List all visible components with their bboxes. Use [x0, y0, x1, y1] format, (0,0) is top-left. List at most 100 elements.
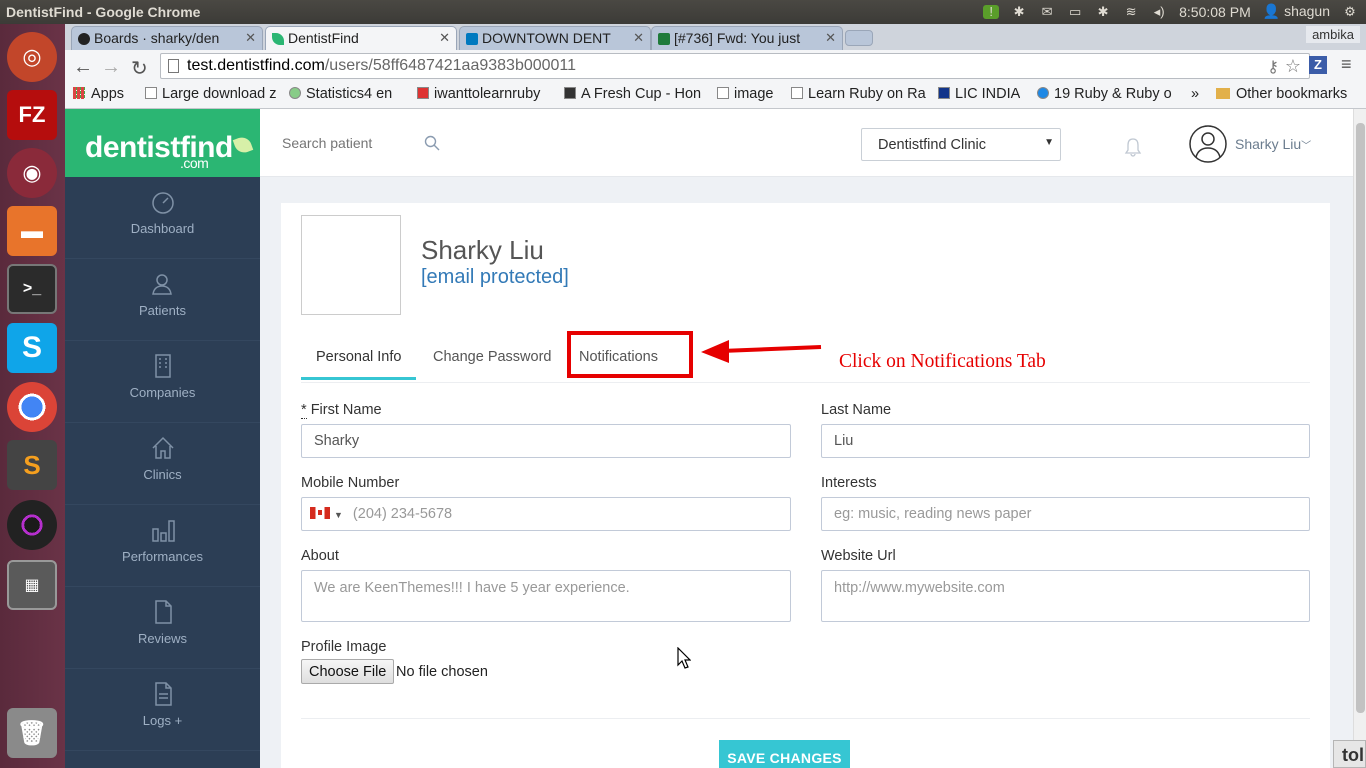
trash-icon[interactable]: 🗑 — [7, 708, 57, 758]
interests-field[interactable]: eg: music, reading news paper — [821, 497, 1310, 531]
sidebar-item-clinics[interactable]: Clinics — [65, 423, 260, 505]
choose-file-button[interactable]: Choose File — [301, 659, 395, 684]
chrome-icon[interactable] — [7, 382, 57, 432]
forward-icon[interactable]: → — [101, 56, 121, 79]
canada-flag-icon[interactable] — [310, 507, 330, 519]
settings-icon[interactable]: ⚙ — [1342, 4, 1358, 19]
browser-tab[interactable]: Boards · sharky/den ✕ — [71, 26, 263, 50]
close-icon[interactable]: ✕ — [439, 30, 450, 46]
dentistfind-leaf-icon — [272, 33, 284, 45]
speedometer-icon — [151, 192, 174, 214]
search-icon[interactable] — [424, 135, 440, 151]
bookmark-label: Apps — [91, 86, 125, 102]
about-textarea[interactable]: We are KeenThemes!!! I have 5 year exper… — [301, 570, 791, 622]
clinic-select[interactable]: Dentistfind Clinic ▼ — [861, 128, 1061, 161]
page-icon — [791, 87, 803, 99]
bookmark-item[interactable]: Statistics4 en — [289, 86, 405, 102]
close-icon[interactable]: ✕ — [245, 30, 256, 46]
tab-label: [#736] Fwd: You just — [674, 30, 801, 46]
browser-tab[interactable]: [#736] Fwd: You just ✕ — [651, 26, 843, 50]
camera-icon[interactable] — [7, 500, 57, 550]
browser-tab[interactable]: DOWNTOWN DENT ✕ — [459, 26, 651, 50]
volume-icon[interactable]: ◂) — [1151, 4, 1167, 19]
other-bookmarks[interactable]: Other bookmarks — [1216, 86, 1347, 102]
profile-email[interactable]: [email protected] — [421, 266, 569, 289]
menu-icon[interactable]: ≡ — [1341, 54, 1352, 75]
avatar[interactable] — [1189, 125, 1227, 163]
files-icon[interactable]: ▬ — [7, 206, 57, 256]
bookmark-item[interactable]: Large download ze — [145, 86, 277, 102]
user-name: Sharky Liu — [1235, 136, 1302, 152]
dentistfind-logo[interactable]: dentistfind .com — [65, 109, 260, 177]
bookmarks-overflow[interactable]: » — [1191, 86, 1199, 102]
sidebar-item-logs[interactable]: Logs + — [65, 669, 260, 751]
bookmark-item[interactable]: Learn Ruby on Ra — [791, 86, 927, 102]
ubuntu-home-icon[interactable]: ◎ — [7, 32, 57, 82]
lic-icon — [938, 87, 950, 99]
wifi-icon[interactable]: ≋ — [1123, 4, 1139, 19]
user-menu[interactable]: Sharky Liu﹀ — [1235, 136, 1311, 152]
star-icon[interactable]: ☆ — [1285, 56, 1301, 77]
first-name-field[interactable]: Sharky — [301, 424, 791, 458]
new-tab-button[interactable] — [845, 30, 873, 46]
bookmark-label: Learn Ruby on Ra — [808, 86, 926, 102]
bluetooth-icon[interactable]: ✱ — [1095, 4, 1111, 19]
bookmark-label: LIC INDIA — [955, 86, 1021, 102]
extension-z-icon[interactable]: Z — [1309, 56, 1327, 74]
update-icon[interactable]: ! — [983, 4, 1000, 19]
corner-window-tab[interactable]: tol — [1333, 740, 1366, 768]
bookmark-item[interactable]: A Fresh Cup - Hon — [564, 86, 704, 102]
back-icon[interactable]: ← — [73, 56, 93, 79]
battery-icon[interactable]: ▭ — [1067, 4, 1083, 19]
last-name-field[interactable]: Liu — [821, 424, 1310, 458]
sidebar-item-label: Dashboard — [130, 221, 195, 236]
app-red-icon[interactable]: ◉ — [7, 148, 57, 198]
terminal-icon[interactable]: >_ — [7, 264, 57, 314]
profile-badge[interactable]: ambika — [1306, 26, 1360, 43]
sublime-text-icon[interactable]: S — [7, 440, 57, 490]
close-icon[interactable]: ✕ — [825, 30, 836, 46]
bell-icon[interactable] — [1124, 137, 1142, 157]
skype-icon[interactable]: S — [7, 323, 57, 373]
bluetooth-icon[interactable]: ✱ — [1011, 4, 1027, 19]
bookmark-label: A Fresh Cup - Hon — [581, 86, 702, 102]
tab-personal-info[interactable]: Personal Info — [301, 345, 417, 380]
reload-icon[interactable]: ↻ — [131, 56, 148, 81]
page-scrollbar[interactable] — [1353, 109, 1366, 768]
bookmark-item[interactable]: image — [717, 86, 774, 102]
dentistfind-app: dentistfind .com Dashboard Patients Comp… — [65, 109, 1353, 768]
sidebar-item-performances[interactable]: Performances — [65, 505, 260, 587]
scrollbar-thumb[interactable] — [1356, 123, 1365, 713]
window-title: DentistFind - Google Chrome — [6, 4, 201, 20]
sidebar-item-reviews[interactable]: Reviews — [65, 587, 260, 669]
user-menu[interactable]: 👤 shagun — [1263, 3, 1330, 20]
search-input[interactable] — [282, 135, 382, 151]
required-marker: * — [301, 402, 307, 419]
bookmark-item[interactable]: 19 Ruby & Ruby o — [1037, 86, 1183, 102]
close-icon[interactable]: ✕ — [633, 30, 644, 46]
mobile-number-field[interactable]: ▼ (204) 234-5678 — [301, 497, 791, 531]
first-name-label: * First Name — [301, 402, 382, 419]
clock[interactable]: 8:50:08 PM — [1179, 4, 1251, 20]
website-url-textarea[interactable]: http://www.mywebsite.com — [821, 570, 1310, 622]
browser-tab-active[interactable]: DentistFind ✕ — [265, 26, 457, 51]
filezilla-icon[interactable]: FZ — [7, 90, 57, 140]
mail-icon[interactable]: ✉ — [1039, 4, 1055, 19]
tab-change-password[interactable]: Change Password — [418, 345, 567, 377]
sidebar-item-companies[interactable]: Companies — [65, 341, 260, 423]
bookmark-apps[interactable]: Apps — [73, 86, 124, 102]
sidebar-item-patients[interactable]: Patients — [65, 259, 260, 341]
bookmark-item[interactable]: LIC INDIA — [938, 86, 1020, 102]
page-icon — [717, 87, 729, 99]
bookmark-label: Other bookmarks — [1236, 86, 1348, 102]
save-changes-button[interactable]: SAVE CHANGES — [719, 740, 850, 768]
clinic-select-value: Dentistfind Clinic — [878, 137, 986, 153]
caret-down-icon[interactable]: ▼ — [334, 510, 343, 520]
key-icon[interactable]: ⚷ — [1267, 57, 1279, 77]
tab-label: DOWNTOWN DENT — [482, 30, 611, 46]
address-bar[interactable]: test.dentistfind.com/users/58ff6487421aa… — [160, 53, 1310, 79]
bookmark-item[interactable]: iwanttolearnruby — [417, 86, 553, 102]
tab-label: DentistFind — [288, 30, 359, 46]
workspace-switcher-icon[interactable]: ▦ — [7, 560, 57, 610]
sidebar-item-dashboard[interactable]: Dashboard — [65, 177, 260, 259]
